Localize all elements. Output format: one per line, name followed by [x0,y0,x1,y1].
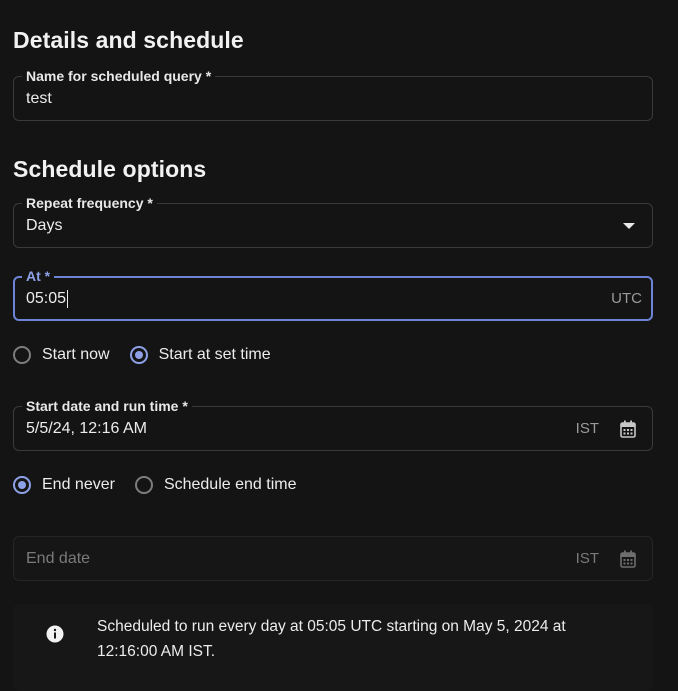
end-never-radio[interactable]: End never [13,476,115,494]
radio-checked-icon[interactable] [13,476,31,494]
calendar-icon [620,550,636,568]
start-now-label: Start now [42,346,110,363]
start-at-set-time-radio[interactable]: Start at set time [129,346,271,364]
schedule-end-time-radio[interactable]: Schedule end time [134,476,297,494]
repeat-frequency-value: Days [26,217,63,234]
end-never-label: End never [42,476,115,493]
schedule-options-heading: Schedule options [13,156,207,182]
start-radio-group: Start now Start at set time [13,346,291,364]
end-radio-group: End never Schedule end time [13,476,316,494]
start-date-label: Start date and run time * [22,398,192,414]
end-date-input: End date [26,550,91,567]
start-timezone-suffix: IST [575,420,599,437]
query-name-input[interactable]: test [26,90,52,108]
radio-unchecked-icon[interactable] [134,476,153,494]
start-date-field[interactable]: Start date and run time * 5/5/24, 12:16 … [13,398,653,451]
schedule-summary-box: Scheduled to run every day at 05:05 UTC … [13,604,653,691]
at-time-input[interactable]: 05:05 [26,290,69,308]
text-caret [67,290,69,308]
query-name-field[interactable]: Name for scheduled query * test [13,68,653,121]
start-date-input[interactable]: 5/5/24, 12:16 AM [26,420,147,438]
end-date-field: End date IST [13,536,653,581]
start-at-set-time-label: Start at set time [158,346,271,363]
at-timezone-suffix: UTC [611,290,642,307]
at-time-field[interactable]: At * 05:05 UTC [13,268,653,321]
query-name-label: Name for scheduled query * [22,68,216,84]
details-heading: Details and schedule [13,27,244,53]
chevron-down-icon[interactable] [623,223,635,229]
at-time-label: At * [22,268,55,284]
repeat-frequency-select[interactable]: Repeat frequency * Days [13,195,653,248]
calendar-icon[interactable] [620,420,636,438]
start-now-radio[interactable]: Start now [13,346,110,364]
end-timezone-suffix: IST [575,550,599,567]
radio-checked-icon[interactable] [129,346,148,364]
radio-unchecked-icon[interactable] [13,346,31,364]
info-icon [46,625,64,643]
schedule-end-time-label: Schedule end time [163,476,297,493]
schedule-summary-text: Scheduled to run every day at 05:05 UTC … [97,618,566,660]
repeat-frequency-label: Repeat frequency * [22,195,157,211]
